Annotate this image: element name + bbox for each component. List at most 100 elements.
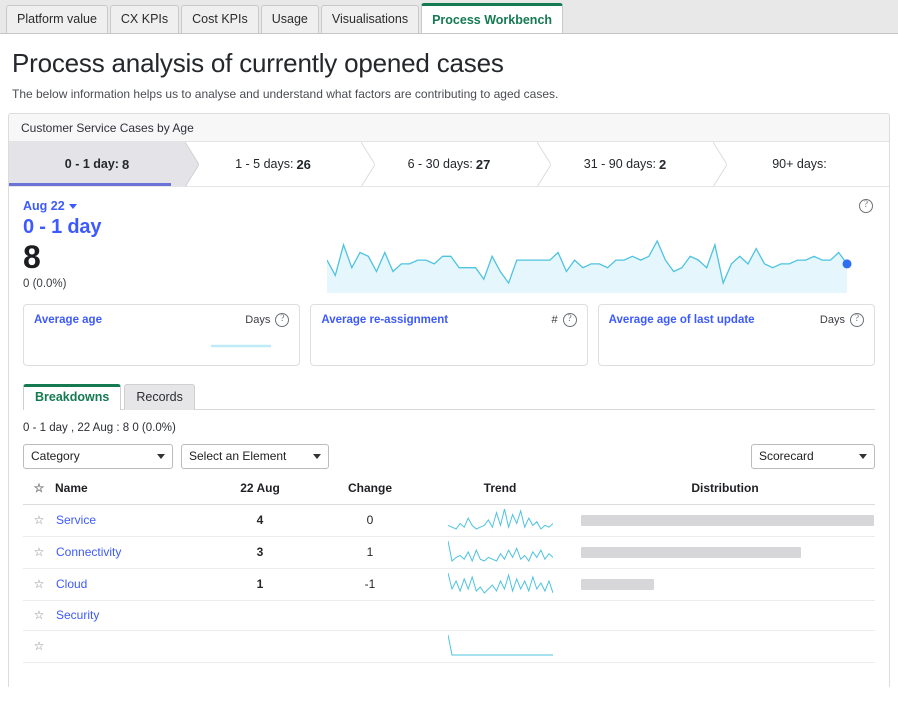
panel-title: Customer Service Cases by Age bbox=[21, 120, 194, 135]
chevron-down-icon bbox=[859, 453, 867, 459]
table-row[interactable]: ☆ Security bbox=[23, 600, 875, 631]
main-tab-bar: Platform value CX KPIs Cost KPIs Usage V… bbox=[0, 0, 898, 34]
element-select[interactable]: Select an Element bbox=[181, 443, 329, 469]
help-circle-icon[interactable]: ? bbox=[859, 199, 873, 213]
row-change-cell: 1 bbox=[315, 536, 425, 569]
row-name-cell[interactable] bbox=[55, 630, 205, 663]
distribution-bar bbox=[581, 546, 801, 558]
column-header-value[interactable]: 22 Aug bbox=[205, 480, 315, 505]
distribution-bar bbox=[581, 514, 874, 526]
help-circle-icon[interactable]: ? bbox=[562, 312, 577, 327]
table-body: ☆ Service 4 0 ☆ Connectivity 3 1 ☆ Cloud 1 -1 ☆ Secur… bbox=[23, 504, 875, 663]
funnel-step-value: 26 bbox=[296, 156, 311, 172]
star-icon[interactable]: ☆ bbox=[34, 481, 45, 495]
category-select-value: Category bbox=[31, 449, 80, 464]
row-name-cell[interactable]: Service bbox=[55, 504, 205, 537]
funnel-step-value: 27 bbox=[475, 156, 491, 172]
tab-cx-kpis[interactable]: CX KPIs bbox=[109, 5, 180, 33]
category-select[interactable]: Category bbox=[23, 443, 173, 469]
row-name-cell[interactable]: Security bbox=[55, 600, 205, 631]
funnel-step-90-plus-days[interactable]: 90+ days: bbox=[713, 142, 889, 186]
funnel-step-label: 90+ days: bbox=[772, 157, 827, 171]
tab-cost-kpis[interactable]: Cost KPIs bbox=[181, 5, 259, 33]
chevron-right-icon bbox=[185, 142, 199, 187]
metric-cards: Average age Days ? Average re-assignment… bbox=[9, 290, 889, 366]
funnel-step-label: 1 - 5 days: bbox=[235, 157, 294, 171]
table-row[interactable]: ☆ Service 4 0 bbox=[23, 504, 875, 537]
column-header-name[interactable]: Name bbox=[55, 480, 205, 505]
favorite-cell[interactable]: ☆ bbox=[23, 630, 55, 663]
row-trend-cell bbox=[425, 630, 575, 663]
row-name-cell[interactable]: Cloud bbox=[55, 568, 205, 601]
star-icon[interactable]: ☆ bbox=[34, 577, 45, 591]
funnel-step-31-90-days[interactable]: 31 - 90 days: 2 bbox=[537, 142, 727, 187]
metric-card-average-re-assignment[interactable]: Average re-assignment # ? bbox=[310, 303, 588, 366]
metric-card-average-age-of-last-update[interactable]: Average age of last update Days ? bbox=[597, 303, 875, 366]
chevron-down-icon bbox=[313, 453, 321, 459]
tab-platform-value[interactable]: Platform value bbox=[6, 5, 108, 33]
date-selector[interactable]: Aug 22 bbox=[23, 199, 77, 213]
metric-card-average-age[interactable]: Average age Days ? bbox=[23, 303, 301, 366]
funnel-step-0-1-day[interactable]: 0 - 1 day: 8 bbox=[9, 142, 199, 187]
chevron-down-icon bbox=[68, 203, 77, 209]
row-value-cell bbox=[205, 630, 315, 663]
row-name-cell[interactable]: Connectivity bbox=[55, 536, 205, 569]
table-row[interactable]: ☆ bbox=[23, 630, 875, 663]
tab-usage[interactable]: Usage bbox=[260, 5, 319, 33]
subtab-records[interactable]: Records bbox=[124, 383, 195, 410]
favorite-cell[interactable]: ☆ bbox=[23, 568, 55, 601]
column-header-trend[interactable]: Trend bbox=[425, 480, 575, 505]
funnel-step-label: 6 - 30 days: bbox=[407, 157, 473, 171]
chevron-right-icon bbox=[713, 142, 727, 187]
funnel-step-6-30-days[interactable]: 6 - 30 days: 27 bbox=[361, 142, 551, 187]
tab-process-workbench[interactable]: Process Workbench bbox=[421, 3, 564, 33]
column-header-favorite[interactable]: ☆ bbox=[23, 480, 55, 505]
metric-card-sparkline bbox=[211, 337, 272, 355]
page-subtitle: The below information helps us to analys… bbox=[12, 87, 559, 101]
age-funnel: 0 - 1 day: 8 1 - 5 days: 26 6 - 30 days:… bbox=[9, 142, 889, 187]
funnel-step-value: 8 bbox=[121, 156, 130, 172]
metric-card-title: Average re-assignment bbox=[321, 313, 449, 326]
kpi-summary: ? Aug 22 0 - 1 day 8 0 (0.0%) bbox=[9, 187, 889, 293]
favorite-cell[interactable]: ☆ bbox=[23, 600, 55, 631]
row-change-cell: 0 bbox=[315, 504, 425, 537]
funnel-step-value: 2 bbox=[659, 156, 667, 172]
row-distribution-cell bbox=[575, 536, 875, 569]
breakdown-caption: 0 - 1 day , 22 Aug : 8 0 (0.0%) bbox=[23, 421, 176, 434]
favorite-cell[interactable]: ☆ bbox=[23, 504, 55, 537]
favorite-cell[interactable]: ☆ bbox=[23, 536, 55, 569]
view-select[interactable]: Scorecard bbox=[751, 443, 875, 469]
row-trend-cell bbox=[425, 600, 575, 631]
row-trend-cell bbox=[425, 568, 575, 601]
metric-card-unit: # bbox=[551, 313, 558, 326]
app-page: Platform value CX KPIs Cost KPIs Usage V… bbox=[0, 0, 898, 704]
star-icon[interactable]: ☆ bbox=[34, 545, 45, 559]
column-header-change[interactable]: Change bbox=[315, 480, 425, 505]
chevron-right-icon bbox=[361, 142, 375, 187]
star-icon[interactable]: ☆ bbox=[34, 608, 45, 622]
funnel-step-1-5-days[interactable]: 1 - 5 days: 26 bbox=[185, 142, 375, 187]
cases-by-age-panel: Customer Service Cases by Age 0 - 1 day:… bbox=[8, 113, 890, 687]
breakdown-table: ☆ Name 22 Aug Change Trend Distribution … bbox=[23, 480, 875, 663]
subtab-breakdowns[interactable]: Breakdowns bbox=[23, 383, 122, 410]
kpi-trend-sparkline bbox=[326, 235, 855, 293]
star-icon[interactable]: ☆ bbox=[34, 639, 45, 653]
row-name-link[interactable]: Security bbox=[56, 608, 99, 622]
row-name-link[interactable]: Cloud bbox=[56, 577, 87, 591]
help-circle-icon[interactable]: ? bbox=[275, 312, 290, 327]
tab-visualisations[interactable]: Visualisations bbox=[320, 5, 420, 33]
row-distribution-cell bbox=[575, 504, 875, 537]
row-value-cell: 4 bbox=[205, 504, 315, 537]
help-circle-icon[interactable]: ? bbox=[849, 312, 864, 327]
star-icon[interactable]: ☆ bbox=[34, 513, 45, 527]
row-name-link[interactable]: Service bbox=[56, 513, 96, 527]
row-name-link[interactable]: Connectivity bbox=[56, 545, 121, 559]
funnel-step-label: 0 - 1 day: bbox=[64, 157, 119, 171]
element-select-value: Select an Element bbox=[189, 449, 287, 464]
column-header-distribution[interactable]: Distribution bbox=[575, 480, 875, 505]
table-row[interactable]: ☆ Connectivity 3 1 bbox=[23, 536, 875, 569]
metric-card-title: Average age bbox=[34, 313, 102, 326]
panel-header: Customer Service Cases by Age bbox=[9, 114, 889, 142]
metric-card-unit: Days bbox=[245, 313, 271, 326]
table-row[interactable]: ☆ Cloud 1 -1 bbox=[23, 568, 875, 601]
